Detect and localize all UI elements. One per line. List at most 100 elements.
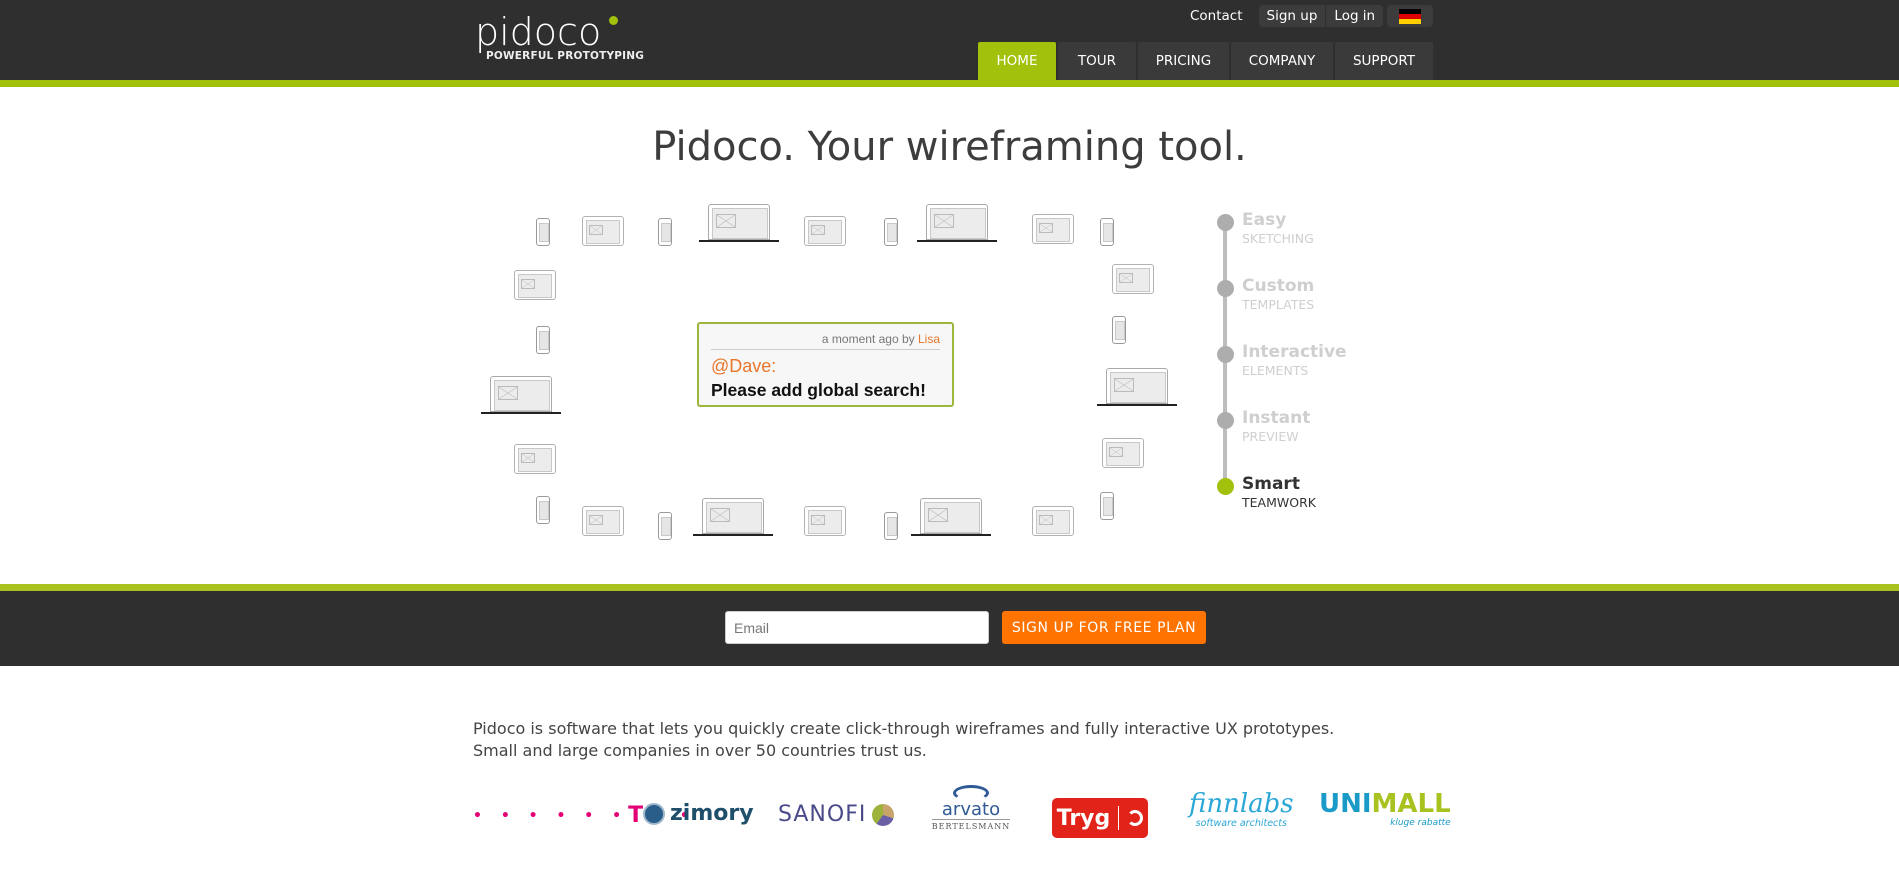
laptop-wireframe-icon (481, 376, 561, 414)
main-nav: HOME TOUR PRICING COMPANY SUPPORT (978, 42, 1435, 80)
tryg-logo: Tryg (1052, 798, 1148, 838)
zimory-name: zimory (670, 801, 754, 826)
nav-tab-pricing[interactable]: PRICING (1138, 42, 1229, 80)
step-dot-icon (1217, 478, 1234, 495)
tablet-wireframe-icon (1032, 214, 1074, 244)
phone-wireframe-icon (658, 512, 672, 540)
step-title: Smart (1242, 474, 1300, 494)
image-placeholder-icon (589, 515, 603, 525)
sign-up-link[interactable]: Sign up (1259, 5, 1326, 27)
comment-mention: @Dave: (711, 356, 777, 376)
laptop-wireframe-icon (1097, 368, 1177, 406)
step-dot-icon (1217, 214, 1234, 231)
step-dot-icon (1217, 346, 1234, 363)
image-placeholder-icon (498, 386, 518, 400)
tryg-name: Tryg (1056, 805, 1111, 831)
tablet-wireframe-icon (514, 270, 556, 300)
comment-author: Lisa (917, 332, 940, 346)
image-placeholder-icon (1114, 378, 1134, 392)
step-subtitle: ELEMENTS (1242, 363, 1309, 378)
tryg-separator (1118, 806, 1120, 830)
finnlabs-sub: software architects (1195, 818, 1287, 829)
tablet-wireframe-icon (514, 444, 556, 474)
tablet-wireframe-icon (804, 506, 846, 536)
sanofi-logo: SANOFI (778, 802, 895, 827)
image-placeholder-icon (928, 508, 948, 522)
auth-group: Sign up Log in (1258, 5, 1384, 27)
finnlabs-name: finnlabs (1189, 789, 1294, 819)
tablet-wireframe-icon (804, 216, 846, 246)
comment-divider (711, 349, 940, 350)
image-placeholder-icon (589, 225, 603, 235)
step-subtitle: TEAMWORK (1242, 495, 1316, 510)
logo-wordmark: pidoco (475, 10, 602, 54)
tablet-wireframe-icon (1112, 264, 1154, 294)
intro-line-1: Pidoco is software that lets you quickly… (473, 719, 1335, 738)
laptop-wireframe-icon (699, 204, 779, 242)
laptop-wireframe-icon (911, 498, 991, 536)
step-dot-icon (1217, 412, 1234, 429)
sanofi-name: SANOFI (778, 802, 867, 827)
arvato-logo: arvato BERTELSMANN (931, 785, 1011, 831)
image-placeholder-icon (521, 279, 535, 289)
laptop-wireframe-icon (917, 204, 997, 242)
nav-tab-home[interactable]: HOME (978, 42, 1056, 80)
page-title: Pidoco. Your wireframing tool. (652, 124, 1247, 170)
comment-message: Please add global search! (711, 380, 926, 400)
intro-line-2: Small and large companies in over 50 cou… (473, 741, 927, 760)
nav-tab-tour[interactable]: TOUR (1058, 42, 1136, 80)
image-placeholder-icon (934, 214, 954, 228)
tablet-wireframe-icon (1032, 506, 1074, 536)
email-input[interactable] (725, 611, 989, 644)
image-placeholder-icon (710, 508, 730, 522)
step-title: Interactive (1242, 342, 1347, 362)
unimall-name: UNIMALL (1319, 790, 1451, 818)
finnlabs-logo: finnlabs software architects (1189, 790, 1294, 829)
step-dot-icon (1217, 280, 1234, 297)
contact-link[interactable]: Contact (1190, 8, 1243, 24)
header-accent-bar (0, 80, 1899, 87)
nav-tab-support[interactable]: SUPPORT (1335, 42, 1433, 80)
phone-wireframe-icon (658, 218, 672, 246)
step-title: Easy (1242, 210, 1287, 230)
arvato-name: arvato (941, 799, 1001, 820)
tablet-wireframe-icon (582, 216, 624, 246)
image-placeholder-icon (1039, 515, 1053, 525)
top-links: Contact Sign up Log in (1190, 5, 1434, 27)
sanofi-swirl-icon (872, 803, 895, 826)
image-placeholder-icon (811, 515, 825, 525)
unimall-logo: UNIMALL kluge rabatte (1319, 790, 1451, 828)
image-placeholder-icon (811, 225, 825, 235)
pidoco-logo[interactable]: pidoco POWERFUL PROTOTYPING (475, 10, 644, 66)
zimory-logo: zimory (643, 801, 754, 826)
phone-wireframe-icon (536, 496, 550, 524)
sign-up-free-button[interactable]: SIGN UP FOR FREE PLAN (1002, 611, 1206, 644)
laptop-wireframe-icon (693, 498, 773, 536)
unimall-mall: MALL (1371, 789, 1451, 819)
unimall-uni: UNI (1319, 789, 1372, 819)
log-in-link[interactable]: Log in (1325, 5, 1383, 27)
phone-wireframe-icon (1100, 492, 1114, 520)
language-switcher[interactable] (1387, 5, 1434, 27)
signup-accent-bar (0, 584, 1899, 591)
intro-text: Pidoco is software that lets you quickly… (473, 718, 1373, 762)
phone-wireframe-icon (536, 326, 550, 354)
phone-wireframe-icon (1112, 316, 1126, 344)
nav-tab-company[interactable]: COMPANY (1231, 42, 1333, 80)
logo-dot-icon (609, 16, 618, 25)
phone-wireframe-icon (884, 218, 898, 246)
comment-time: a moment ago by (821, 332, 918, 346)
step-title: Custom (1242, 276, 1315, 296)
tablet-wireframe-icon (582, 506, 624, 536)
tryg-ring-icon (1127, 810, 1144, 826)
image-placeholder-icon (1039, 223, 1053, 233)
site-header: pidoco POWERFUL PROTOTYPING Contact Sign… (0, 0, 1899, 80)
arvato-sub: BERTELSMANN (931, 819, 1011, 831)
unimall-sub: kluge rabatte (1390, 818, 1451, 828)
image-placeholder-icon (716, 214, 736, 228)
image-placeholder-icon (521, 453, 535, 463)
feature-steps: Easy SKETCHING Custom TEMPLATES Interact… (1215, 210, 1415, 512)
comment-bubble: a moment ago by Lisa @Dave: Please add g… (697, 322, 954, 407)
phone-wireframe-icon (1100, 218, 1114, 246)
image-placeholder-icon (1119, 273, 1133, 283)
